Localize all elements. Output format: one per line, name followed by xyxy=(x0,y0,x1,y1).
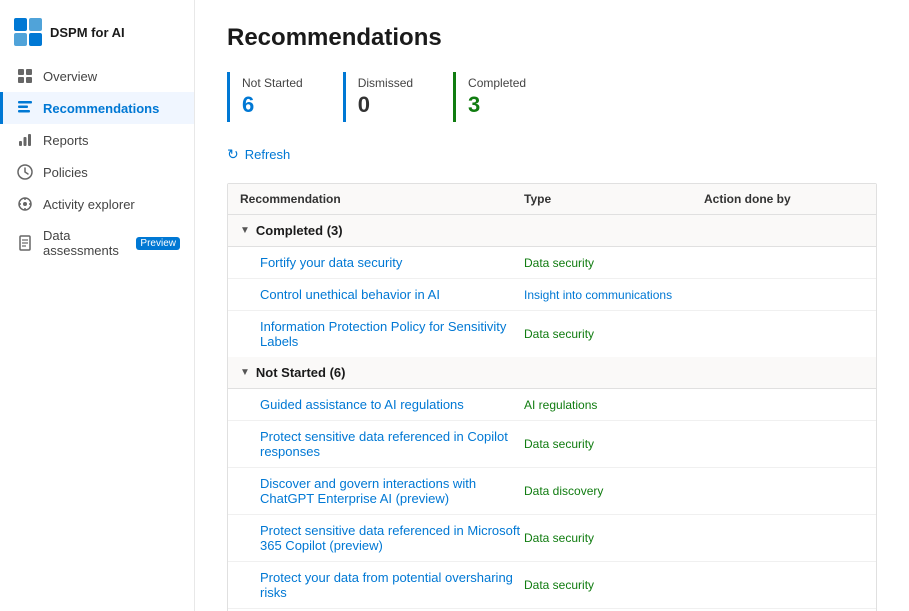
sidebar-item-overview-label: Overview xyxy=(43,69,97,84)
chevron-down-not-started-icon: ▼ xyxy=(240,367,250,378)
sidebar-item-data-assessments[interactable]: Data assessments Preview xyxy=(0,220,194,266)
recommendations-icon xyxy=(17,100,33,116)
row-control-name[interactable]: Control unethical behavior in AI xyxy=(260,287,524,302)
app-name: DSPM for AI xyxy=(50,25,125,40)
row-infoprot-type: Data security xyxy=(524,327,704,341)
table-row[interactable]: Fortify your data security Data security xyxy=(228,247,876,279)
stat-dismissed-value: 0 xyxy=(358,92,413,118)
stat-completed: Completed 3 xyxy=(453,72,550,122)
chevron-down-completed-icon: ▼ xyxy=(240,225,250,236)
section-not-started-label: Not Started (6) xyxy=(256,365,346,380)
header-action-done-by: Action done by xyxy=(704,192,864,206)
header-recommendation: Recommendation xyxy=(240,192,524,206)
row-oversharing-name[interactable]: Protect your data from potential oversha… xyxy=(260,570,524,600)
row-protect-copilot-type: Data security xyxy=(524,437,704,451)
section-not-started-rows: Guided assistance to AI regulations AI r… xyxy=(228,389,876,611)
row-infoprot-name[interactable]: Information Protection Policy for Sensit… xyxy=(260,319,524,349)
sidebar: DSPM for AI Overview Recommendations Rep… xyxy=(0,0,195,611)
section-completed-label: Completed (3) xyxy=(256,223,343,238)
row-chatgpt-name[interactable]: Discover and govern interactions with Ch… xyxy=(260,476,524,506)
row-protect-copilot-name[interactable]: Protect sensitive data referenced in Cop… xyxy=(260,429,524,459)
overview-icon xyxy=(17,68,33,84)
sidebar-item-overview[interactable]: Overview xyxy=(0,60,194,92)
refresh-label: Refresh xyxy=(245,147,291,162)
row-oversharing-type: Data security xyxy=(524,578,704,592)
reports-icon xyxy=(17,132,33,148)
main-content-area: Recommendations Not Started 6 Dismissed … xyxy=(195,0,909,611)
app-logo: DSPM for AI xyxy=(0,8,194,60)
sidebar-item-activity-explorer[interactable]: Activity explorer xyxy=(0,188,194,220)
table-row[interactable]: Discover and govern interactions with Ch… xyxy=(228,468,876,515)
refresh-button[interactable]: ↻ Refresh xyxy=(227,142,290,167)
sidebar-item-activity-explorer-label: Activity explorer xyxy=(43,197,135,212)
section-header-completed[interactable]: ▼ Completed (3) xyxy=(228,215,876,247)
stat-completed-label: Completed xyxy=(468,76,526,90)
activity-explorer-icon xyxy=(17,196,33,212)
stat-not-started-value: 6 xyxy=(242,92,303,118)
table-row[interactable]: Control unethical behavior in AI Insight… xyxy=(228,279,876,311)
row-guided-type: AI regulations xyxy=(524,398,704,412)
app-logo-icon xyxy=(14,18,42,46)
row-m365-name[interactable]: Protect sensitive data referenced in Mic… xyxy=(260,523,524,553)
stat-completed-value: 3 xyxy=(468,92,526,118)
table-row[interactable]: Protect sensitive data referenced in Cop… xyxy=(228,421,876,468)
policies-icon xyxy=(17,164,33,180)
row-fortify-name[interactable]: Fortify your data security xyxy=(260,255,524,270)
table-row[interactable]: Information Protection Policy for Sensit… xyxy=(228,311,876,357)
sidebar-item-reports[interactable]: Reports xyxy=(0,124,194,156)
row-control-type: Insight into communications xyxy=(524,288,704,302)
row-fortify-type: Data security xyxy=(524,256,704,270)
sidebar-item-policies-label: Policies xyxy=(43,165,88,180)
stat-not-started: Not Started 6 xyxy=(227,72,327,122)
main-scrollable: Recommendations Not Started 6 Dismissed … xyxy=(195,0,909,611)
table-row[interactable]: Protect sensitive data referenced in Mic… xyxy=(228,515,876,562)
stat-dismissed: Dismissed 0 xyxy=(343,72,437,122)
table-header: Recommendation Type Action done by xyxy=(228,184,876,215)
header-type: Type xyxy=(524,192,704,206)
sidebar-item-policies[interactable]: Policies xyxy=(0,156,194,188)
table-row[interactable]: Protect your data from potential oversha… xyxy=(228,562,876,609)
sidebar-nav: Overview Recommendations Reports Policie… xyxy=(0,60,194,266)
stat-dismissed-label: Dismissed xyxy=(358,76,413,90)
data-assessments-icon xyxy=(17,235,33,251)
row-chatgpt-type: Data discovery xyxy=(524,484,704,498)
table-row[interactable]: Guided assistance to AI regulations AI r… xyxy=(228,389,876,421)
section-completed-rows: Fortify your data security Data security… xyxy=(228,247,876,357)
stat-not-started-label: Not Started xyxy=(242,76,303,90)
row-m365-type: Data security xyxy=(524,531,704,545)
section-header-not-started[interactable]: ▼ Not Started (6) xyxy=(228,357,876,389)
page-title: Recommendations xyxy=(227,24,877,52)
sidebar-item-data-assessments-label: Data assessments xyxy=(43,228,122,258)
row-guided-name[interactable]: Guided assistance to AI regulations xyxy=(260,397,524,412)
recommendations-table: Recommendation Type Action done by ▼ Com… xyxy=(227,183,877,611)
data-assessments-preview-badge: Preview xyxy=(136,237,180,250)
sidebar-item-recommendations-label: Recommendations xyxy=(43,101,159,116)
sidebar-item-recommendations[interactable]: Recommendations xyxy=(0,92,194,124)
sidebar-item-reports-label: Reports xyxy=(43,133,89,148)
refresh-icon: ↻ xyxy=(227,146,239,163)
stats-row: Not Started 6 Dismissed 0 Completed 3 xyxy=(227,72,877,122)
